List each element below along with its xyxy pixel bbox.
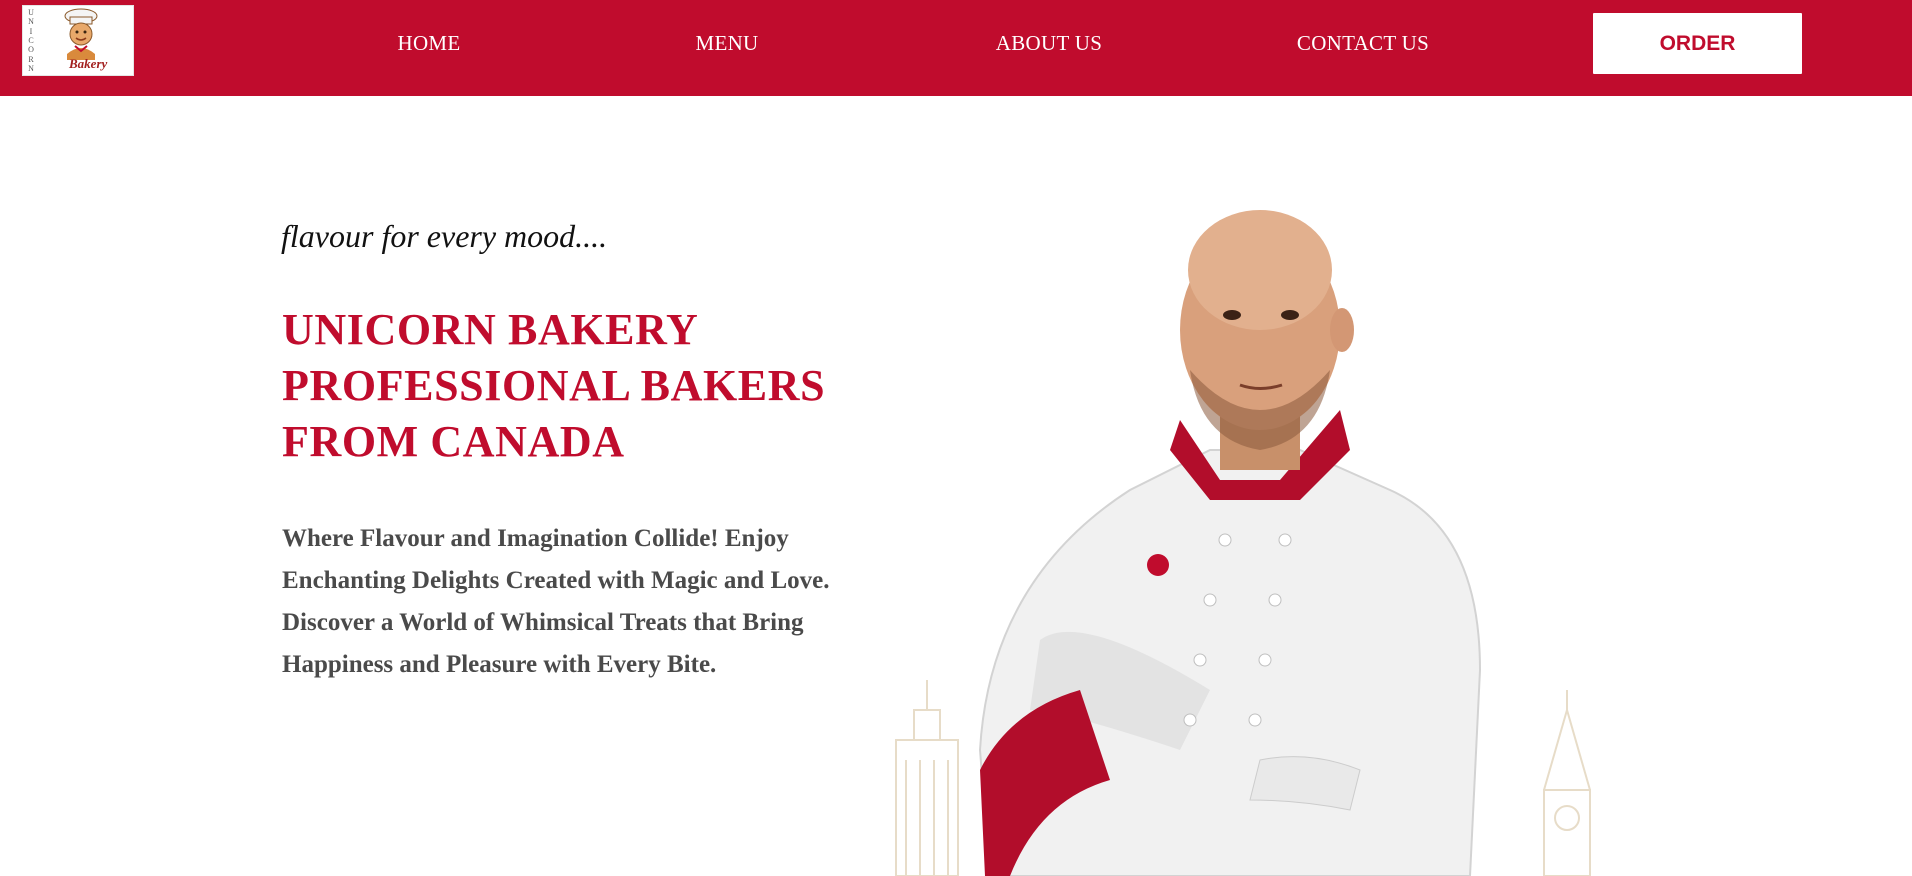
logo-letter: U [28,8,34,17]
nav-about-link[interactable]: ABOUT US [996,31,1102,57]
headline-line: PROFESSIONAL BAKERS [282,361,826,410]
logo-letter: N [28,17,34,27]
logo-vertical-text: U N I C O R N [26,9,36,73]
logo-letter: R [28,54,34,64]
logo-script-text: Bakery [69,56,108,71]
headline-line: FROM CANADA [282,417,625,466]
hero-tagline: flavour for every mood.... [281,218,608,254]
nav-menu-link[interactable]: MENU [695,31,758,57]
top-navbar: U N I C O R N Bakery HOME MENU ABOUT US … [0,0,1912,96]
logo-letter: I [29,26,33,36]
brand-logo[interactable]: U N I C O R N Bakery [22,5,134,76]
nav-contact-link[interactable]: CONTACT US [1297,31,1429,57]
chef-mascot-icon [64,8,98,60]
logo-letter: N [28,63,34,73]
chef-portrait-image [895,210,1591,876]
headline-line: UNICORN BAKERY [282,305,699,354]
hero-headline: UNICORN BAKERY PROFESSIONAL BAKERS FROM … [282,302,842,470]
nav-home-link[interactable]: HOME [397,31,460,57]
logo-letter: C [28,35,34,45]
hero-description: Where Flavour and Imagination Collide! E… [282,525,830,678]
logo-letter: O [28,45,34,55]
order-button[interactable]: ORDER [1593,13,1802,74]
